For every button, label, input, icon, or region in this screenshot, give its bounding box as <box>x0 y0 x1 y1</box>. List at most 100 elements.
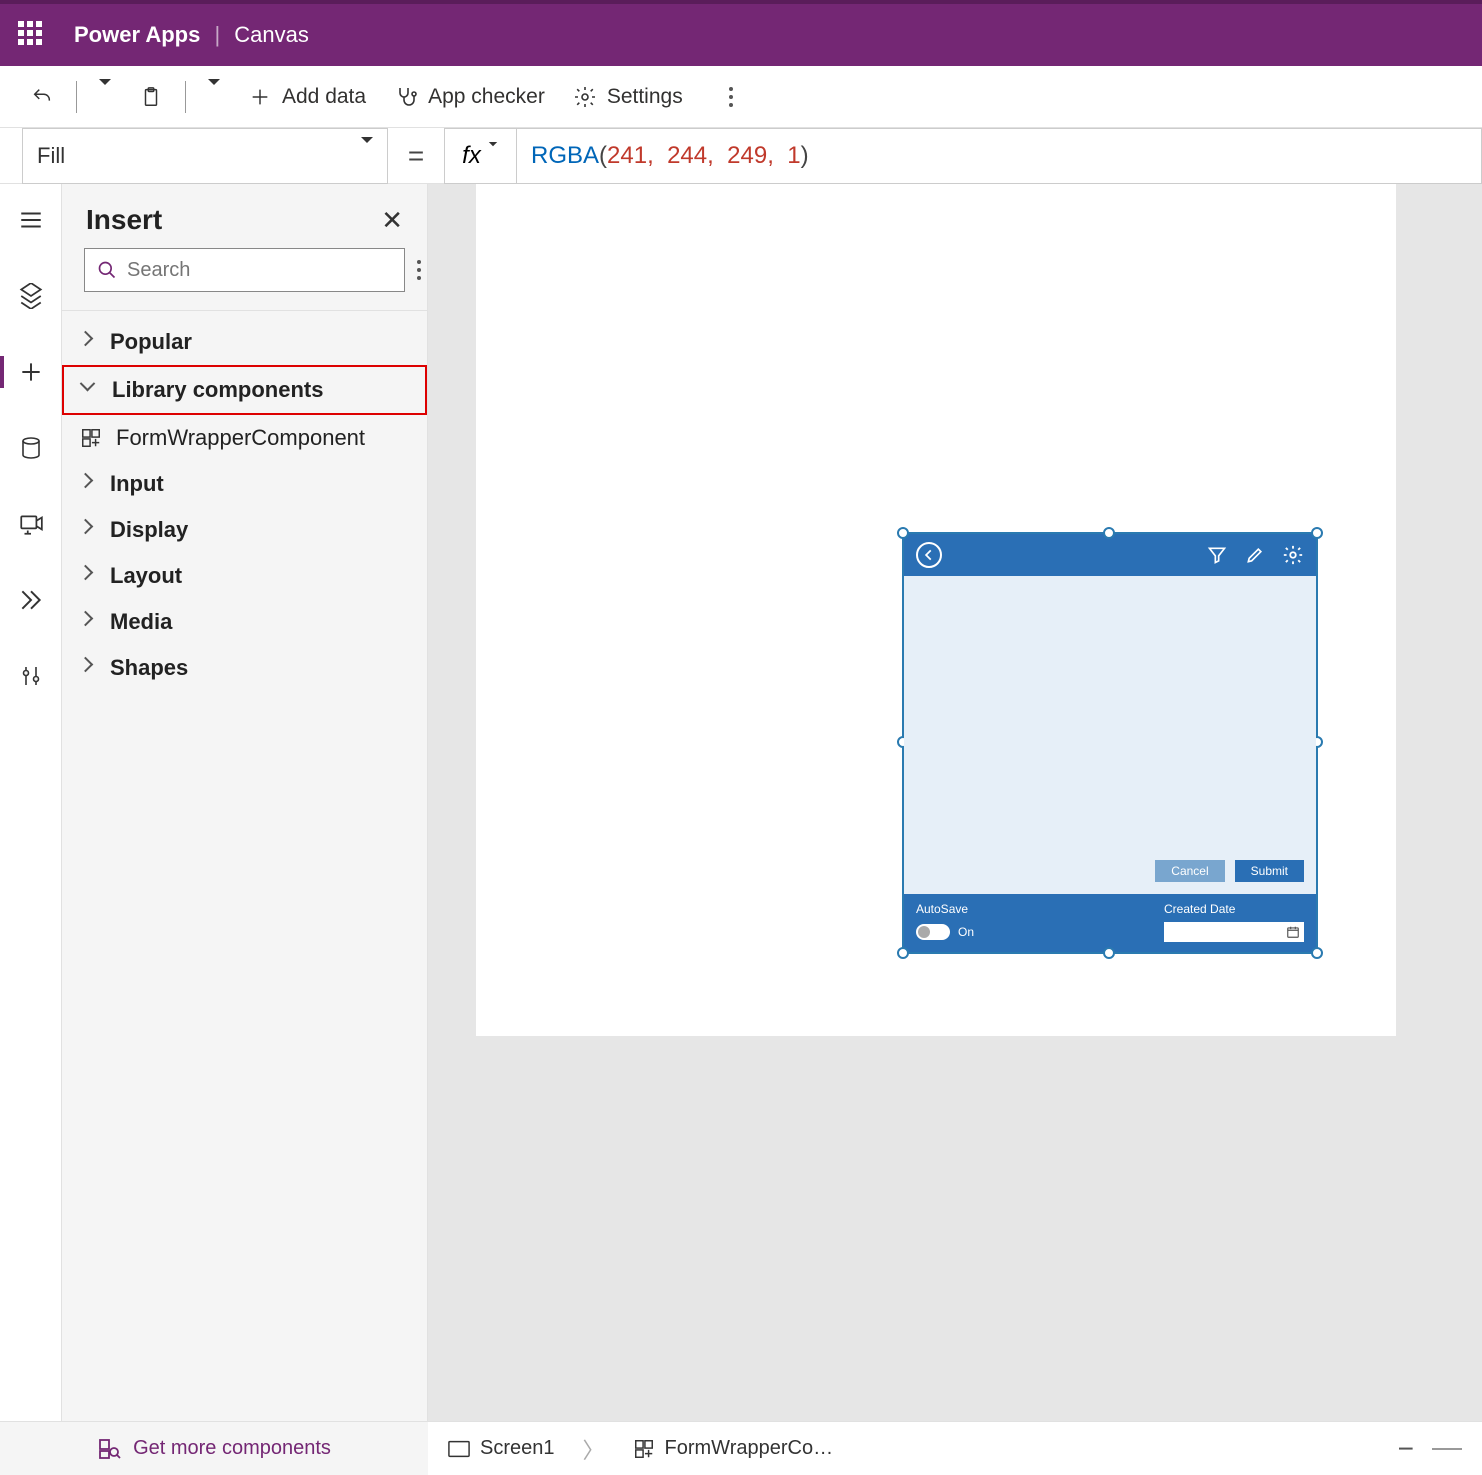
gear-icon[interactable] <box>1282 544 1304 566</box>
panel-more[interactable] <box>417 260 421 280</box>
search-box[interactable] <box>84 248 405 292</box>
chevron-down-icon <box>361 143 373 169</box>
category-library-components[interactable]: Library components <box>62 365 427 415</box>
search-icon <box>97 260 117 280</box>
page-name: Canvas <box>234 22 309 47</box>
chevron-right-icon <box>80 613 98 631</box>
autosave-value: On <box>958 925 974 939</box>
app-title: Power Apps | Canvas <box>74 22 309 48</box>
insert-panel: Insert ✕ Popular Library components <box>62 184 428 1421</box>
breadcrumb-screen[interactable]: Screen1 <box>448 1437 555 1460</box>
chevron-down-icon <box>99 85 111 109</box>
settings-label: Settings <box>607 85 683 109</box>
undo-icon <box>30 85 54 109</box>
panel-close-button[interactable]: ✕ <box>381 205 403 236</box>
category-shapes[interactable]: Shapes <box>62 645 427 691</box>
edit-icon[interactable] <box>1244 544 1266 566</box>
rail-advanced[interactable] <box>11 580 51 620</box>
autosave-toggle[interactable] <box>916 924 950 940</box>
selected-component[interactable]: Cancel Submit AutoSave On Created Date <box>904 534 1316 952</box>
add-data-button[interactable]: Add data <box>238 81 376 113</box>
formula-func: RGBA <box>531 142 599 170</box>
component-footer: AutoSave On Created Date <box>904 894 1316 952</box>
component-icon <box>633 1438 655 1460</box>
rail-tools[interactable] <box>11 656 51 696</box>
chevron-right-icon <box>80 567 98 585</box>
components-search-icon <box>97 1437 121 1461</box>
submit-button[interactable]: Submit <box>1235 860 1304 882</box>
breadcrumb-component[interactable]: FormWrapperCo… <box>633 1437 834 1460</box>
left-rail <box>0 184 62 1421</box>
breadcrumb-separator: 〉 <box>583 1433 605 1465</box>
chevron-down-icon <box>208 85 220 109</box>
component-body: Cancel Submit <box>904 576 1316 894</box>
app-name: Power Apps <box>74 22 200 47</box>
equals-label: = <box>388 140 444 172</box>
resize-handle[interactable] <box>1311 527 1323 539</box>
app-checker-label: App checker <box>428 85 545 109</box>
command-bar: Add data App checker Settings <box>0 66 1482 128</box>
toolbar-overflow[interactable] <box>719 87 743 107</box>
gear-icon <box>573 85 597 109</box>
fx-icon: fx <box>462 142 481 170</box>
property-selector[interactable]: Fill <box>22 128 388 184</box>
category-popular[interactable]: Popular <box>62 319 427 365</box>
zoom-out-button[interactable]: − <box>1398 1433 1414 1465</box>
insert-tree: Popular Library components FormWrapperCo… <box>62 311 427 699</box>
autosave-label: AutoSave <box>916 902 974 916</box>
category-layout[interactable]: Layout <box>62 553 427 599</box>
screen-icon <box>448 1440 470 1458</box>
canvas[interactable]: Cancel Submit AutoSave On Created Date <box>428 184 1482 1421</box>
rail-data[interactable] <box>11 428 51 468</box>
rail-media[interactable] <box>11 504 51 544</box>
calendar-icon <box>1286 925 1300 939</box>
plus-icon <box>248 85 272 109</box>
chevron-down-icon <box>489 146 497 166</box>
category-display[interactable]: Display <box>62 507 427 553</box>
insert-item-formwrappercomponent[interactable]: FormWrapperComponent <box>62 415 427 461</box>
undo-button[interactable] <box>20 81 64 113</box>
search-input[interactable] <box>127 259 392 282</box>
category-media[interactable]: Media <box>62 599 427 645</box>
zoom-slider-track[interactable] <box>1432 1448 1462 1450</box>
created-date-label: Created Date <box>1164 902 1304 916</box>
formula-bar: Fill = fx RGBA(241, 244, 249, 1) <box>0 128 1482 184</box>
filter-icon[interactable] <box>1206 544 1228 566</box>
panel-title: Insert <box>86 204 162 236</box>
get-more-components[interactable]: Get more components <box>0 1421 428 1475</box>
app-checker-button[interactable]: App checker <box>384 81 555 113</box>
created-date-input[interactable] <box>1164 922 1304 942</box>
cancel-button[interactable]: Cancel <box>1155 860 1224 882</box>
rail-hamburger[interactable] <box>11 200 51 240</box>
clipboard-icon <box>139 85 163 109</box>
settings-button[interactable]: Settings <box>563 81 693 113</box>
rail-insert[interactable] <box>11 352 51 392</box>
resize-handle[interactable] <box>897 947 909 959</box>
add-data-label: Add data <box>282 85 366 109</box>
separator <box>76 81 77 113</box>
fx-button[interactable]: fx <box>444 128 516 184</box>
component-icon <box>80 427 102 449</box>
property-name: Fill <box>37 143 65 169</box>
chevron-right-icon <box>80 475 98 493</box>
rail-tree-view[interactable] <box>11 276 51 316</box>
resize-handle[interactable] <box>897 527 909 539</box>
stethoscope-icon <box>394 85 418 109</box>
chevron-right-icon <box>80 521 98 539</box>
back-button[interactable] <box>916 542 942 568</box>
app-launcher-icon[interactable] <box>18 21 46 49</box>
breadcrumb-bar: Screen1 〉 FormWrapperCo… − <box>428 1421 1482 1475</box>
component-header <box>904 534 1316 576</box>
chevron-right-icon <box>80 333 98 351</box>
formula-input[interactable]: RGBA(241, 244, 249, 1) <box>516 128 1482 184</box>
resize-handle[interactable] <box>1103 527 1115 539</box>
category-input[interactable]: Input <box>62 461 427 507</box>
chevron-down-icon <box>82 381 100 399</box>
paste-button[interactable] <box>129 81 173 113</box>
paste-dropdown[interactable] <box>198 81 230 113</box>
separator <box>185 81 186 113</box>
undo-dropdown[interactable] <box>89 81 121 113</box>
resize-handle[interactable] <box>1311 947 1323 959</box>
title-divider: | <box>206 22 228 47</box>
resize-handle[interactable] <box>1103 947 1115 959</box>
